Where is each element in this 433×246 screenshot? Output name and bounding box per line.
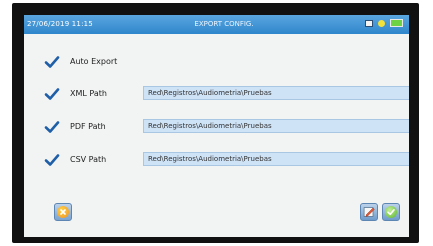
- pdf-path-row: PDF Path Red\Registros\Audiometria\Prueb…: [44, 119, 409, 135]
- csv-path-field[interactable]: Red\Registros\Audiometria\Pruebas: [143, 152, 409, 166]
- battery-icon: [390, 19, 403, 27]
- xml-path-field[interactable]: Red\Registros\Audiometria\Pruebas: [143, 86, 409, 100]
- screen: 27/06/2019 11:15 EXPORT CONFIG. Auto Exp…: [24, 15, 409, 237]
- cancel-button[interactable]: [54, 203, 72, 221]
- edit-button[interactable]: [360, 203, 378, 221]
- csv-path-row: CSV Path Red\Registros\Audiometria\Prueb…: [44, 152, 409, 168]
- edit-icon: [363, 207, 375, 217]
- auto-export-label: Auto Export: [70, 57, 118, 66]
- status-datetime: 27/06/2019 11:15: [27, 20, 93, 28]
- checkmark-icon: [44, 154, 60, 166]
- pdf-path-field[interactable]: Red\Registros\Audiometria\Pruebas: [143, 119, 409, 133]
- auto-export-checkbox[interactable]: [44, 54, 60, 70]
- checkmark-icon: [44, 88, 60, 100]
- confirm-button[interactable]: [382, 203, 400, 221]
- xml-path-checkbox[interactable]: [44, 86, 60, 102]
- checkmark-icon: [44, 121, 60, 133]
- status-bar: 27/06/2019 11:15 EXPORT CONFIG.: [24, 15, 409, 34]
- xml-path-row: XML Path Red\Registros\Audiometria\Prueb…: [44, 86, 409, 102]
- auto-export-row: Auto Export: [44, 54, 244, 70]
- page-title: EXPORT CONFIG.: [194, 20, 254, 28]
- csv-path-label: CSV Path: [70, 155, 107, 164]
- confirm-icon: [385, 206, 397, 218]
- cancel-icon: [57, 206, 69, 218]
- pdf-path-label: PDF Path: [70, 122, 106, 131]
- checkmark-icon: [44, 56, 60, 68]
- status-icons: [362, 19, 403, 30]
- csv-path-checkbox[interactable]: [44, 152, 60, 168]
- storage-icon: [364, 19, 373, 27]
- status-dot-icon: [377, 19, 385, 27]
- pdf-path-checkbox[interactable]: [44, 119, 60, 135]
- xml-path-label: XML Path: [70, 89, 107, 98]
